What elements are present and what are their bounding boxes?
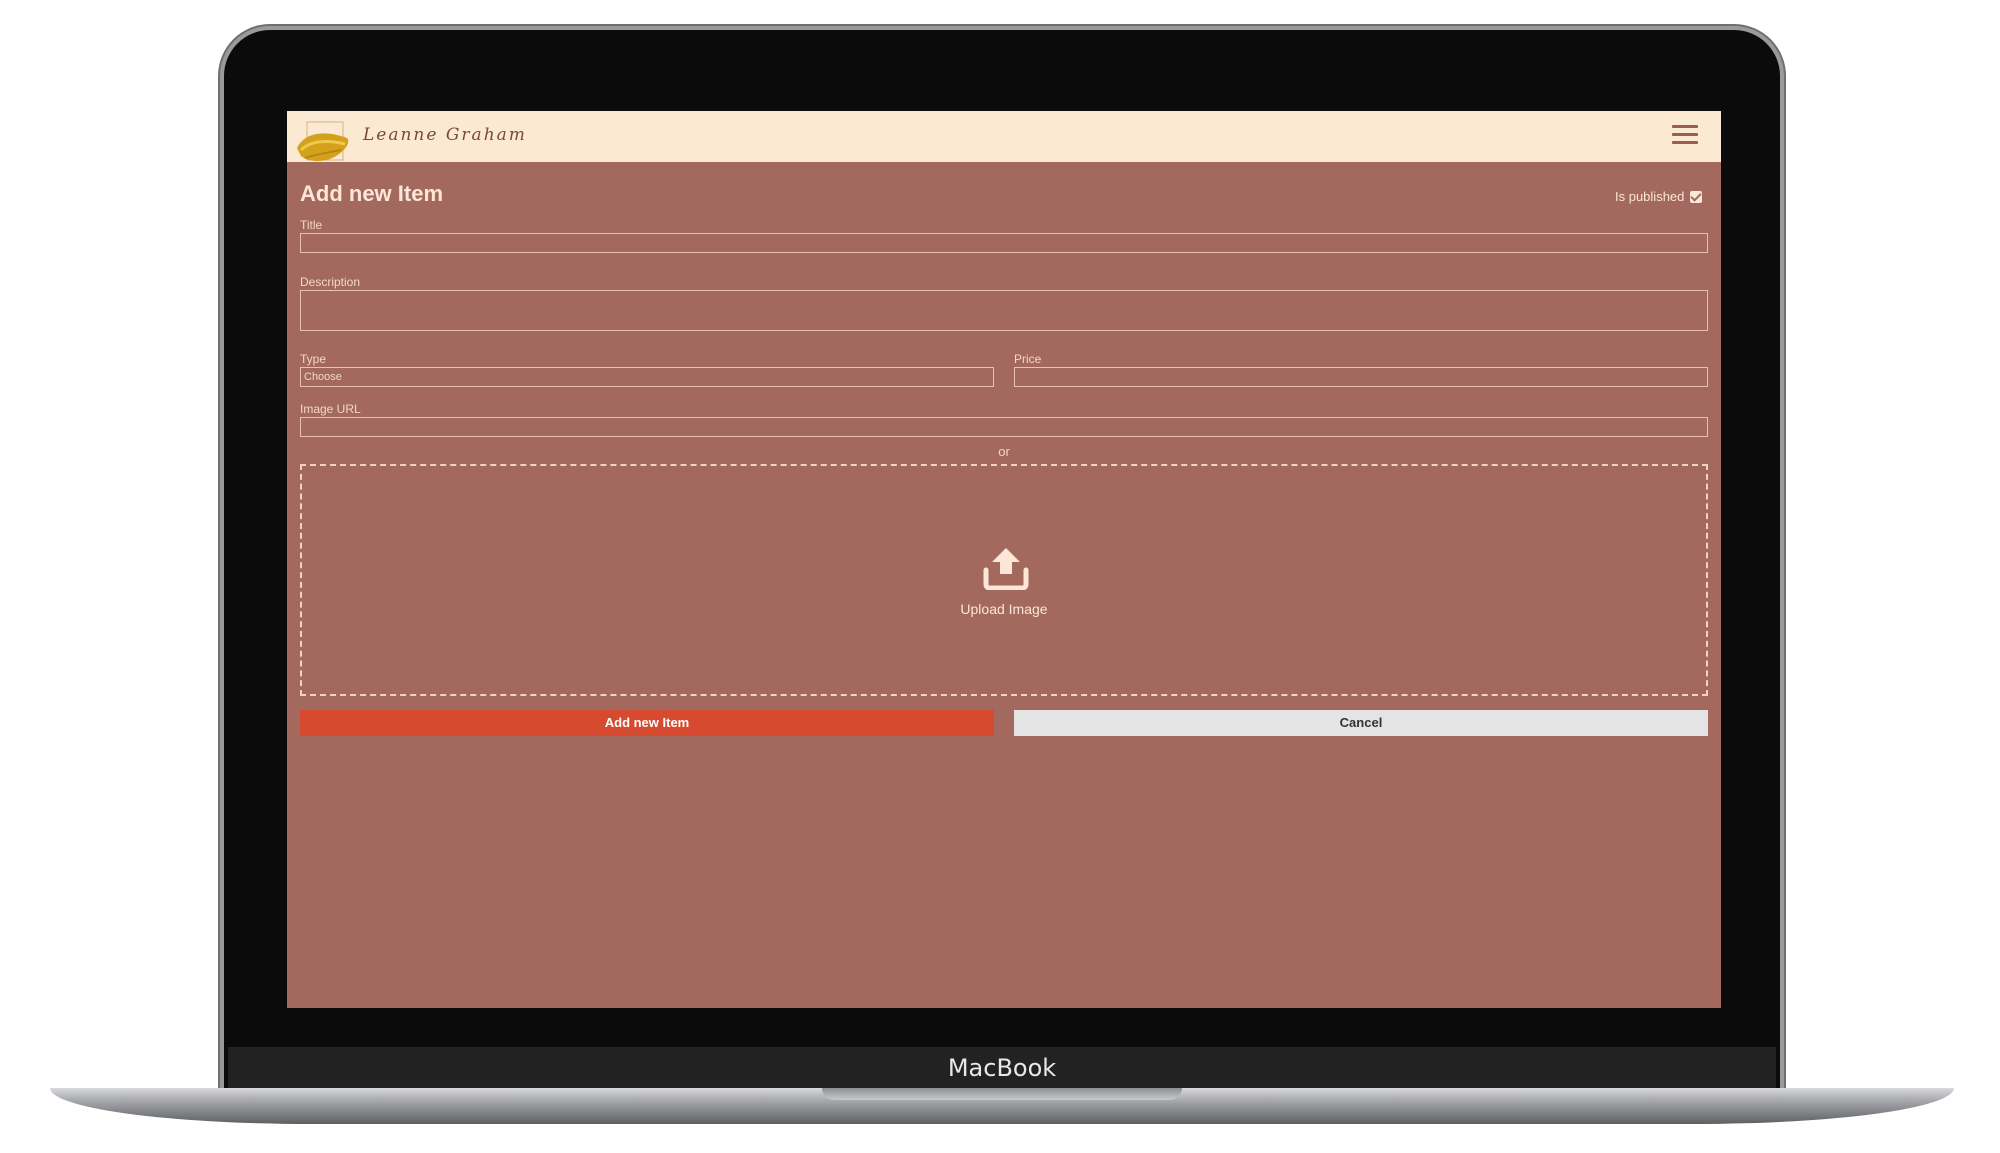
cancel-button[interactable]: Cancel <box>1014 710 1708 736</box>
image-url-label: Image URL <box>300 402 361 416</box>
laptop-hinge-notch <box>822 1088 1182 1100</box>
app-screen: Leanne Graham Add new Item Is published … <box>287 111 1721 1008</box>
top-header: Leanne Graham <box>287 111 1721 162</box>
page-title: Add new Item <box>300 181 444 206</box>
add-new-item-button[interactable]: Add new Item <box>300 710 994 736</box>
type-label: Type <box>300 352 327 366</box>
type-select[interactable]: Choose <box>300 367 994 387</box>
device-brand-label: MacBook <box>947 1054 1057 1082</box>
is-published-toggle[interactable]: Is published <box>1615 189 1703 204</box>
image-url-input[interactable] <box>300 417 1708 437</box>
or-divider-text: or <box>998 444 1010 459</box>
hamburger-menu-icon[interactable] <box>1672 125 1698 147</box>
image-upload-dropzone[interactable]: Upload Image <box>300 464 1708 696</box>
description-textarea[interactable] <box>300 290 1708 331</box>
is-published-checkbox[interactable] <box>1690 190 1703 203</box>
upload-image-label: Upload Image <box>960 601 1048 617</box>
title-label: Title <box>300 218 323 232</box>
laptop-mockup: MacBook Leanne Graham Add new Item Is pu… <box>0 0 2000 1153</box>
description-label: Description <box>300 275 361 289</box>
upload-icon <box>983 548 1029 590</box>
logo-text: Leanne Graham <box>363 125 527 145</box>
price-input[interactable] <box>1014 367 1708 387</box>
logo-brush-icon <box>297 121 349 162</box>
is-published-label: Is published <box>1615 189 1685 204</box>
title-input[interactable] <box>300 233 1708 253</box>
price-label: Price <box>1014 352 1042 366</box>
